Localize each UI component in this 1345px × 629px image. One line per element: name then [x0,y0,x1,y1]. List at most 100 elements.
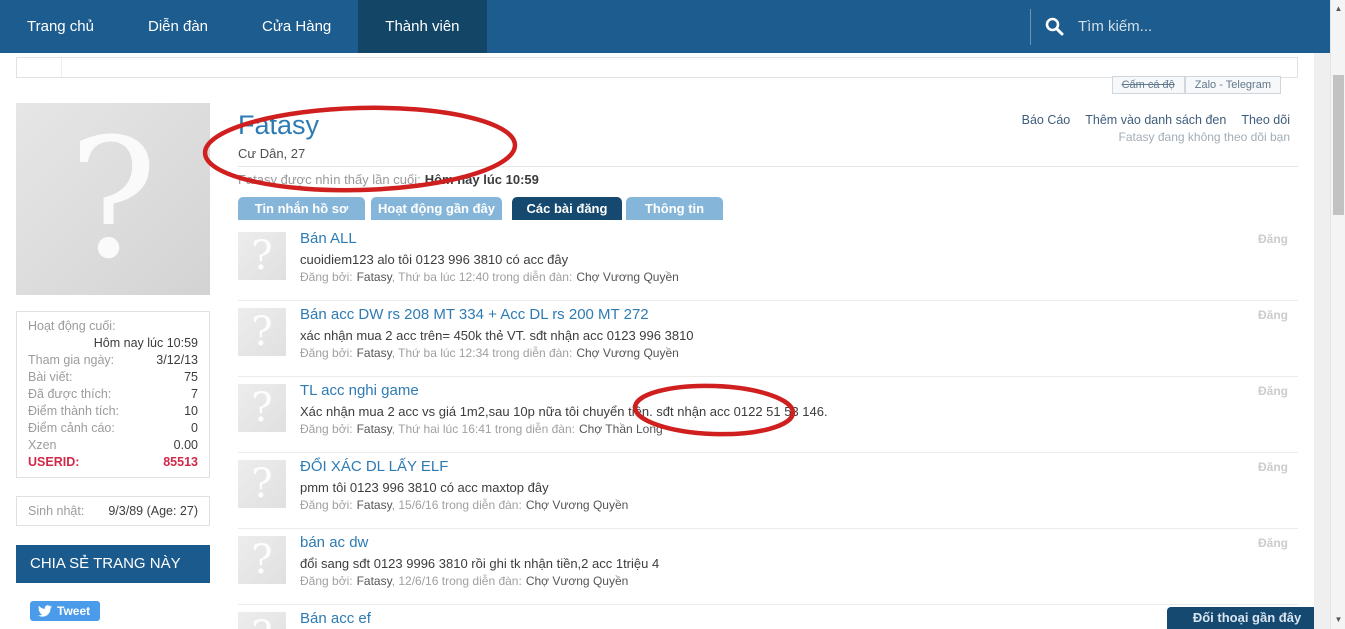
profile-actions: Báo Cáo Thêm vào danh sách đen Theo dõi [1022,113,1290,127]
post-body: xác nhận mua 2 acc trên= 450k thẻ VT. sđ… [300,328,694,343]
post-type-label: Đăng [1258,536,1288,550]
scrollbar-thumb[interactable] [1333,75,1344,215]
stat-label: USERID: [28,454,79,471]
post-meta-text: , 12/6/16 trong diễn đàn: [392,574,522,588]
post-title-link[interactable]: Bán acc DW rs 208 MT 334 + Acc DL rs 200… [300,306,649,323]
post-body: đổi sang sđt 0123 9996 3810 rồi ghi tk n… [300,556,659,571]
search-bar [1030,0,1300,53]
stat-value: 3/12/13 [156,352,198,369]
post-author-link[interactable]: Fatasy [357,422,392,436]
last-seen-value: Hôm nay lúc 10:59 [425,172,539,187]
mini-tab-zalo-telegram[interactable]: Zalo - Telegram [1185,76,1281,94]
post-title-link[interactable]: TL acc nghi game [300,382,419,399]
scroll-up-icon[interactable]: ▲ [1331,2,1345,16]
post-author-link[interactable]: Fatasy [357,574,392,588]
stat-userid: USERID: 85513 [28,454,198,471]
nav-item-home[interactable]: Trang chủ [0,0,121,53]
question-mark-placeholder: ? [251,464,272,504]
question-mark-placeholder: ? [251,312,272,352]
birthday-value: 9/3/89 (Age: 27) [108,504,198,518]
post-author-avatar: ? [238,232,286,280]
post-body: cuoidiem123 alo tôi 0123 996 3810 có acc… [300,252,568,267]
post-author-avatar: ? [238,536,286,584]
post-row: ? TL acc nghi game Xác nhận mua 2 acc vs… [238,376,1298,452]
stat-likes: Đã được thích: 7 [28,386,198,403]
post-row: ? Bán acc ef [238,604,1298,629]
post-forum-link[interactable]: Chợ Vương Quyền [576,346,679,360]
mini-tab-betting-ban[interactable]: Cấm cá độ [1112,76,1185,94]
stat-xzen: Xzen 0.00 [28,437,198,454]
post-title-link[interactable]: Bán ALL [300,230,357,247]
stat-label: Xzen [28,437,57,454]
post-title-link[interactable]: ĐỔI XÁC DL LẤY ELF [300,458,448,475]
question-mark-placeholder: ? [69,117,157,282]
post-row: ? bán ac dw đổi sang sđt 0123 9996 3810 … [238,528,1298,604]
search-input[interactable] [1076,17,1300,36]
posted-by-label: Đăng bởi: [300,346,353,360]
last-seen: Fatasy được nhìn thấy lần cuối: Hôm nay l… [238,172,539,187]
mini-tabs: Cấm cá độ Zalo - Telegram [1112,76,1281,94]
question-mark-placeholder: ? [251,616,272,629]
post-author-avatar: ? [238,384,286,432]
post-forum-link[interactable]: Chợ Vương Quyền [576,270,679,284]
tab-recent-activity[interactable]: Hoạt động gần đây [371,197,502,220]
stat-value: 7 [191,386,198,403]
tab-profile-posts[interactable]: Tin nhắn hồ sơ [238,197,365,220]
stat-label: Điểm cảnh cáo: [28,420,115,437]
post-title-link[interactable]: Bán acc ef [300,610,371,627]
posted-by-label: Đăng bởi: [300,270,353,284]
post-forum-link[interactable]: Chợ Vương Quyền [526,498,629,512]
header-divider [238,166,1298,167]
report-link[interactable]: Báo Cáo [1022,113,1071,127]
notice-strip [16,57,1298,78]
post-author-avatar: ? [238,460,286,508]
post-author-link[interactable]: Fatasy [357,346,392,360]
scrollbar[interactable]: ▲ ▼ [1330,0,1345,629]
post-author-avatar: ? [238,308,286,356]
profile-usertitle: Cư Dân, 27 [238,146,305,161]
profile-username: Fatasy [238,110,319,141]
stat-trophy-points: Điểm thành tích: 10 [28,403,198,420]
post-meta-text: , Thứ ba lúc 12:34 trong diễn đàn: [392,346,573,360]
last-seen-label: Fatasy được nhìn thấy lần cuối: [238,172,421,187]
post-byline: Đăng bởi:Fatasy, Thứ hai lúc 16:41 trong… [300,422,663,436]
post-author-link[interactable]: Fatasy [357,498,392,512]
post-meta-text: , Thứ hai lúc 16:41 trong diễn đàn: [392,422,575,436]
nav-item-forums[interactable]: Diễn đàn [121,0,235,53]
recent-conversations-bar[interactable]: Đối thoại gần đây [1167,607,1327,629]
post-author-link[interactable]: Fatasy [357,270,392,284]
post-row: ? Bán ALL cuoidiem123 alo tôi 0123 996 3… [238,225,1298,300]
post-title-link[interactable]: bán ac dw [300,534,368,551]
tweet-button[interactable]: Tweet [30,601,100,621]
stat-label: Tham gia ngày: [28,352,114,369]
post-type-label: Đăng [1258,460,1288,474]
share-page-header: CHIA SẺ TRANG NÀY [16,545,210,583]
post-forum-link[interactable]: Chợ Thần Long [579,422,663,436]
question-mark-placeholder: ? [251,388,272,428]
follow-link[interactable]: Theo dõi [1241,113,1290,127]
scroll-down-icon[interactable]: ▼ [1331,613,1345,627]
stat-value: 0 [191,420,198,437]
post-row: ? ĐỔI XÁC DL LẤY ELF pmm tôi 0123 996 38… [238,452,1298,528]
stat-joined: Tham gia ngày: 3/12/13 [28,352,198,369]
profile-tabs: Tin nhắn hồ sơ Hoạt động gần đây Các bài… [238,197,723,220]
post-type-label: Đăng [1258,308,1288,322]
stat-label: Hoạt động cuối: [28,318,198,335]
post-forum-link[interactable]: Chợ Vương Quyền [526,574,629,588]
posted-by-label: Đăng bởi: [300,498,353,512]
nav-item-shop[interactable]: Cửa Hàng [235,0,358,53]
follow-status: Fatasy đang không theo dõi bạn [1119,130,1290,144]
tab-postings[interactable]: Các bài đăng [512,197,622,220]
posts-list: ? Bán ALL cuoidiem123 alo tôi 0123 996 3… [238,225,1298,629]
add-to-blacklist-link[interactable]: Thêm vào danh sách đen [1085,113,1226,127]
stats-box: Hoạt động cuối: Hôm nay lúc 10:59 Tham g… [16,311,210,478]
nav-item-members[interactable]: Thành viên [358,0,486,53]
tab-information[interactable]: Thông tin [626,197,723,220]
post-byline: Đăng bởi: Fatasy, Thứ ba lúc 12:34 trong … [300,346,679,360]
birthday-box: Sinh nhật: 9/3/89 (Age: 27) [16,496,210,526]
stat-value: Hôm nay lúc 10:59 [28,335,198,352]
post-meta-text: , Thứ ba lúc 12:40 trong diễn đàn: [392,270,573,284]
stat-value: 10 [184,403,198,420]
post-body: pmm tôi 0123 996 3810 có acc maxtop đây [300,480,549,495]
stat-label: Bài viết: [28,369,72,386]
